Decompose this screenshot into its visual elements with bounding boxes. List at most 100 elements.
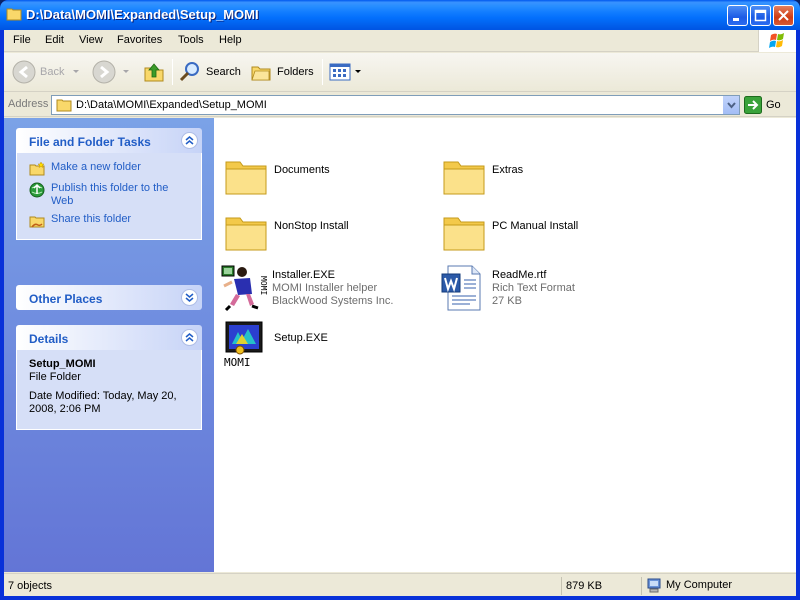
task-label: Publish this folder to the Web	[51, 182, 169, 207]
windows-logo	[758, 30, 796, 52]
file-item-pc-manual-install[interactable]: PC Manual Install	[440, 208, 640, 256]
up-folder-button[interactable]	[142, 59, 166, 85]
file-name: Setup.EXE	[274, 332, 328, 344]
other-places-panel: Other Places	[16, 285, 202, 310]
panel-header[interactable]: File and Folder Tasks	[16, 128, 202, 153]
file-name: ReadMe.rtf	[492, 269, 547, 281]
folders-button[interactable]: Folders	[249, 59, 314, 85]
folder-icon	[225, 217, 267, 251]
task-make-new-folder[interactable]: Make a new folder	[29, 161, 191, 177]
go-button[interactable]: Go	[744, 96, 781, 114]
task-pane: File and Folder Tasks Make a new folder …	[4, 118, 214, 572]
collapse-button[interactable]	[181, 132, 198, 149]
web-publish-icon	[29, 182, 45, 198]
new-folder-icon	[29, 161, 45, 176]
status-bar: 7 objects 879 KB My Computer	[4, 573, 796, 596]
file-company: BlackWood Systems Inc.	[272, 295, 394, 307]
task-label: Share this folder	[51, 213, 132, 225]
address-dropdown-button[interactable]	[722, 96, 739, 114]
expand-button[interactable]	[181, 289, 198, 306]
file-description: MOMI Installer helper	[272, 282, 378, 294]
file-item-setup-exe[interactable]: MOMI Setup.EXE	[222, 320, 422, 370]
minimize-button[interactable]	[727, 5, 748, 26]
go-label: Go	[766, 99, 781, 111]
details-modified: Date Modified: Today, May 20, 2008, 2:06…	[29, 390, 177, 415]
window-title: D:\Data\MOMI\Expanded\Setup_MOMI	[26, 7, 259, 22]
file-item-nonstop-install[interactable]: NonStop Install	[222, 208, 422, 256]
toolbar-separator	[322, 59, 323, 85]
chevron-down-icon	[123, 70, 129, 73]
maximize-icon	[754, 9, 767, 22]
panel-header[interactable]: Other Places	[16, 285, 202, 310]
address-input[interactable]: D:\Data\MOMI\Expanded\Setup_MOMI	[51, 95, 740, 115]
details-name: Setup_MOMI	[29, 358, 96, 370]
window-client: File Edit View Favorites Tools Help Back…	[4, 30, 796, 596]
panel-title: File and Folder Tasks	[29, 135, 151, 149]
menu-file[interactable]: File	[13, 34, 31, 46]
search-icon	[179, 62, 199, 82]
panel-title: Other Places	[29, 292, 103, 306]
panel-title: Details	[29, 332, 69, 346]
back-arrow-icon	[12, 60, 36, 84]
back-label: Back	[40, 66, 65, 78]
up-folder-icon	[144, 63, 164, 82]
share-folder-icon	[29, 216, 45, 228]
maximize-button[interactable]	[750, 5, 771, 26]
close-button[interactable]	[773, 5, 794, 26]
collapse-button[interactable]	[181, 329, 198, 346]
menu-bar: File Edit View Favorites Tools Help	[4, 30, 796, 52]
folder-icon	[443, 217, 485, 251]
my-computer-icon	[647, 578, 661, 592]
explorer-window: D:\Data\MOMI\Expanded\Setup_MOMI File Ed…	[0, 0, 800, 600]
address-value: D:\Data\MOMI\Expanded\Setup_MOMI	[76, 99, 267, 111]
file-name: Documents	[274, 164, 330, 176]
installer-icon-label: MOMI	[259, 276, 268, 295]
setup-momi-icon: MOMI	[224, 321, 263, 368]
folder-icon	[225, 161, 267, 195]
task-share-folder[interactable]: Share this folder	[29, 213, 191, 229]
chevron-down-icon	[355, 70, 361, 73]
address-bar: Address D:\Data\MOMI\Expanded\Setup_MOMI…	[4, 93, 796, 117]
forward-arrow-icon	[92, 60, 116, 84]
word-document-icon	[441, 265, 481, 311]
menu-view[interactable]: View	[79, 34, 103, 46]
task-label: Make a new folder	[51, 161, 141, 173]
menu-favorites[interactable]: Favorites	[117, 34, 162, 46]
task-publish-folder[interactable]: Publish this folder to the Web	[29, 182, 191, 208]
file-folder-tasks-panel: File and Folder Tasks Make a new folder …	[16, 128, 202, 240]
minimize-icon	[733, 18, 739, 21]
menu-tools[interactable]: Tools	[178, 34, 204, 46]
file-name: Extras	[492, 164, 524, 176]
details-type: File Folder	[29, 371, 81, 383]
file-item-documents[interactable]: Documents	[222, 152, 422, 200]
panel-header[interactable]: Details	[16, 325, 202, 350]
toolbar-separator	[172, 59, 173, 85]
file-item-readme-rtf[interactable]: ReadMe.rtf Rich Text Format 27 KB	[440, 264, 640, 314]
forward-button[interactable]	[92, 59, 132, 85]
file-item-installer-exe[interactable]: MOMI Installer.EXE MOMI Installer helper…	[220, 264, 420, 314]
menu-edit[interactable]: Edit	[45, 34, 64, 46]
status-object-count: 7 objects	[8, 580, 53, 592]
file-size: 27 KB	[492, 295, 522, 307]
title-bar[interactable]: D:\Data\MOMI\Expanded\Setup_MOMI	[0, 0, 800, 30]
status-size: 879 KB	[561, 577, 637, 595]
panel-body: Make a new folder Publish this folder to…	[16, 153, 202, 240]
menu-help[interactable]: Help	[219, 34, 242, 46]
go-arrow-icon	[744, 96, 762, 114]
windows-flag-icon	[769, 33, 784, 48]
chevron-down-icon	[185, 293, 194, 302]
folders-label: Folders	[277, 66, 314, 78]
views-button[interactable]	[328, 59, 362, 85]
chevron-down-icon	[727, 102, 736, 109]
back-button[interactable]: Back	[12, 59, 82, 85]
search-button[interactable]: Search	[178, 59, 241, 85]
panel-body: Setup_MOMI File Folder Date Modified: To…	[16, 350, 202, 430]
file-type: Rich Text Format	[492, 282, 575, 294]
status-location: My Computer	[641, 577, 796, 595]
file-item-extras[interactable]: Extras	[440, 152, 640, 200]
folder-icon	[6, 8, 22, 21]
chevron-up-icon	[185, 136, 194, 145]
details-panel: Details Setup_MOMI File Folder Date Modi…	[16, 325, 202, 430]
folder-icon	[56, 99, 72, 112]
file-name: NonStop Install	[274, 220, 349, 232]
